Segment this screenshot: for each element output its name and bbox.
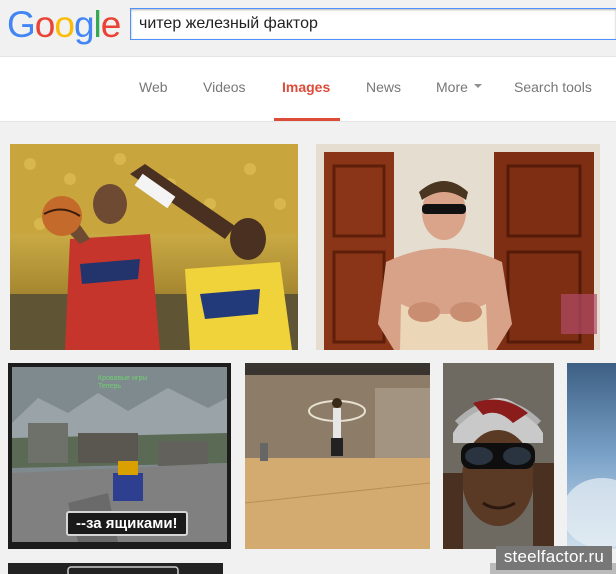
- logo-letter: l: [93, 4, 102, 45]
- tab-videos[interactable]: Videos: [203, 79, 246, 95]
- logo-letter: e: [100, 4, 122, 45]
- result-image-basketball[interactable]: [10, 144, 298, 350]
- tab-more-label: More: [436, 79, 468, 95]
- tab-search-tools[interactable]: Search tools: [514, 79, 592, 95]
- partial-scene: [67, 566, 179, 574]
- result-image-man[interactable]: [316, 144, 600, 350]
- result-image-game[interactable]: Кровавые игры Теперь --за ящиками!: [8, 363, 231, 549]
- tab-images[interactable]: Images: [282, 79, 330, 95]
- hud-line: Кровавые игры: [98, 375, 148, 382]
- basketball-scene: [10, 144, 298, 350]
- tab-more[interactable]: More: [436, 79, 482, 95]
- tab-bar: Web Videos Images News More Search tools: [0, 57, 616, 122]
- result-image-gym[interactable]: [245, 363, 430, 549]
- tab-news[interactable]: News: [366, 79, 401, 95]
- game-hud: Кровавые игры Теперь: [98, 375, 147, 391]
- tab-web[interactable]: Web: [139, 79, 168, 95]
- chevron-down-icon: [473, 84, 482, 89]
- active-tab-indicator: [274, 118, 340, 121]
- man-scene: [316, 144, 600, 350]
- top-bar: Google: [0, 0, 616, 57]
- result-image-partial[interactable]: [8, 563, 223, 574]
- search-box[interactable]: [130, 8, 616, 40]
- image-results-grid: Кровавые игры Теперь --за ящиками! steel…: [0, 122, 616, 574]
- logo-letter: o: [34, 4, 56, 45]
- gym-scene: [245, 363, 430, 549]
- logo-letter: g: [73, 4, 95, 45]
- hud-line: Теперь: [98, 383, 121, 390]
- result-image-beanie[interactable]: [443, 363, 554, 549]
- sky-scene: [567, 478, 616, 548]
- search-input[interactable]: [139, 9, 609, 39]
- logo-letter: o: [54, 4, 75, 45]
- result-image-sky[interactable]: [567, 363, 616, 549]
- logo-letter: G: [7, 4, 36, 45]
- beanie-scene: [443, 363, 554, 549]
- game-caption: --за ящиками!: [66, 511, 188, 536]
- watermark: steelfactor.ru: [495, 546, 612, 570]
- google-logo[interactable]: Google: [7, 4, 122, 45]
